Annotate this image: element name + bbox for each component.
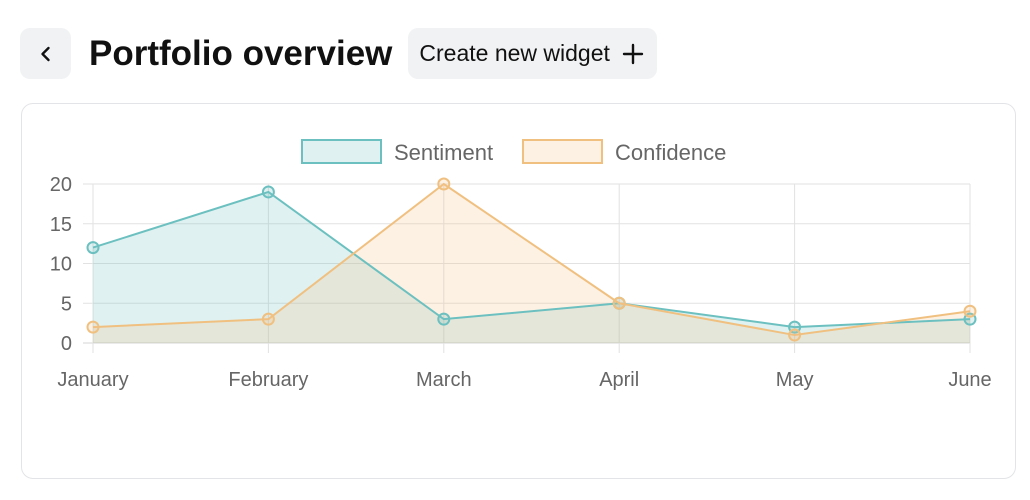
- point-confidence: [612, 296, 626, 310]
- point-sentiment: [261, 185, 275, 199]
- y-tick-label: 0: [61, 333, 72, 355]
- legend-swatch-confidence: [522, 139, 603, 164]
- legend-label-sentiment: Sentiment: [394, 140, 493, 165]
- point-confidence: [261, 312, 275, 326]
- point-confidence: [86, 320, 100, 334]
- point-sentiment: [86, 241, 100, 255]
- y-tick-label: 15: [50, 214, 72, 236]
- x-tick-label: January: [57, 369, 128, 391]
- x-tick-label: February: [228, 369, 308, 391]
- legend-swatch-sentiment: [301, 139, 382, 164]
- point-confidence: [963, 304, 977, 318]
- y-tick-label: 5: [61, 293, 72, 315]
- y-tick-label: 10: [50, 254, 72, 276]
- legend-label-confidence: Confidence: [615, 140, 726, 165]
- x-tick-label: June: [948, 369, 991, 391]
- area-chart: 0 5 10 15 20 January February March April May June…: [50, 139, 992, 391]
- x-tick-label: May: [776, 369, 814, 391]
- x-tick-label: April: [599, 369, 639, 391]
- point-confidence: [437, 177, 451, 191]
- y-tick-label: 20: [50, 174, 72, 196]
- point-confidence: [788, 328, 802, 342]
- x-tick-label: March: [416, 369, 472, 391]
- point-sentiment: [437, 312, 451, 326]
